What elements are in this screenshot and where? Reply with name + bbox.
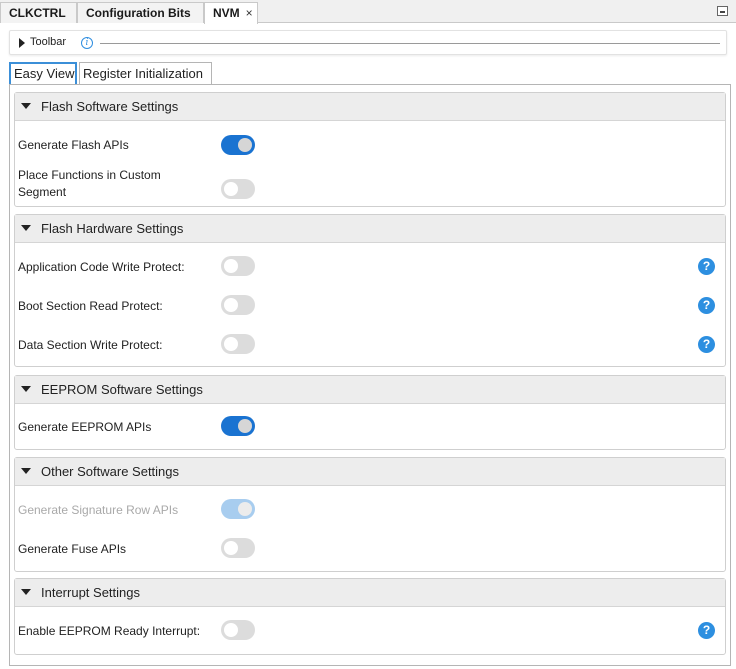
section-header[interactable]: EEPROM Software Settings (15, 376, 725, 404)
data-section-write-protect-toggle[interactable] (221, 334, 255, 354)
tab-register-initialization[interactable]: Register Initialization (79, 62, 212, 84)
section-header[interactable]: Interrupt Settings (15, 579, 725, 607)
place-functions-toggle[interactable] (221, 179, 255, 199)
section-header[interactable]: Flash Hardware Settings (15, 215, 725, 243)
tab-label: Easy View (14, 66, 75, 81)
tab-label: Configuration Bits (86, 6, 191, 20)
setting-label-line2: Segment (18, 185, 67, 199)
section-interrupt-settings: Interrupt Settings Enable EEPROM Ready I… (14, 578, 726, 655)
generate-signature-row-apis-toggle (221, 499, 255, 519)
section-title: Flash Hardware Settings (41, 221, 184, 236)
tab-label: Register Initialization (83, 66, 203, 81)
help-icon[interactable]: ? (698, 622, 715, 639)
section-flash-software-settings: Flash Software Settings Generate Flash A… (14, 92, 726, 207)
collapse-caret-icon[interactable] (21, 225, 31, 231)
setting-label: Generate Flash APIs (18, 138, 129, 152)
tab-label: NVM (213, 6, 240, 20)
section-flash-hardware-settings: Flash Hardware Settings Application Code… (14, 214, 726, 367)
section-other-software-settings: Other Software Settings Generate Signatu… (14, 457, 726, 572)
help-icon[interactable]: ? (698, 336, 715, 353)
tab-clkctrl[interactable]: CLKCTRL (0, 2, 77, 23)
setting-row-app-code-write-protect: Application Code Write Protect: ? (15, 255, 725, 279)
setting-row-place-functions: Place Functions in Custom Segment (15, 167, 725, 203)
setting-row-generate-eeprom-apis: Generate EEPROM APIs (15, 416, 725, 440)
info-icon[interactable]: i (81, 37, 93, 49)
toggle-knob (224, 298, 238, 312)
minimize-icon[interactable] (717, 6, 728, 16)
setting-label: Generate Signature Row APIs (18, 503, 179, 517)
expand-triangle-icon[interactable] (19, 38, 25, 48)
help-icon[interactable]: ? (698, 297, 715, 314)
section-eeprom-software-settings: EEPROM Software Settings Generate EEPROM… (14, 375, 726, 450)
close-icon[interactable]: × (246, 6, 253, 20)
setting-label: Application Code Write Protect: (18, 260, 185, 274)
section-title: Flash Software Settings (41, 99, 179, 114)
section-header[interactable]: Flash Software Settings (15, 93, 725, 121)
tab-easy-view[interactable]: Easy View (9, 62, 77, 85)
generate-fuse-apis-toggle[interactable] (221, 538, 255, 558)
toggle-knob (238, 502, 252, 516)
boot-section-read-protect-toggle[interactable] (221, 295, 255, 315)
setting-row-enable-eeprom-ready-interrupt: Enable EEPROM Ready Interrupt: ? (15, 619, 725, 643)
setting-row-generate-flash-apis: Generate Flash APIs (15, 133, 725, 157)
section-title: EEPROM Software Settings (41, 382, 203, 397)
setting-row-generate-fuse-apis: Generate Fuse APIs (15, 537, 725, 561)
toggle-knob (238, 138, 252, 152)
document-tab-bar: CLKCTRL Configuration Bits NVM × (0, 0, 736, 24)
generate-flash-apis-toggle[interactable] (221, 135, 255, 155)
setting-label: Generate EEPROM APIs (18, 420, 152, 434)
toolbar-divider (100, 43, 720, 44)
toolbar-label[interactable]: Toolbar (30, 36, 66, 48)
collapse-caret-icon[interactable] (21, 386, 31, 392)
tab-nvm[interactable]: NVM × (204, 2, 258, 24)
tab-configuration-bits[interactable]: Configuration Bits (77, 2, 204, 23)
tab-label: CLKCTRL (9, 6, 66, 20)
collapse-caret-icon[interactable] (21, 468, 31, 474)
toggle-knob (224, 182, 238, 196)
setting-label: Enable EEPROM Ready Interrupt: (18, 624, 201, 638)
toggle-knob (224, 259, 238, 273)
setting-label: Boot Section Read Protect: (18, 299, 163, 313)
setting-label-line1: Place Functions in Custom (18, 168, 161, 182)
easy-view-panel: Flash Software Settings Generate Flash A… (9, 84, 731, 666)
setting-row-data-section-write-protect: Data Section Write Protect: ? (15, 333, 725, 357)
toggle-knob (224, 337, 238, 351)
setting-label: Data Section Write Protect: (18, 338, 163, 352)
setting-row-boot-section-read-protect: Boot Section Read Protect: ? (15, 294, 725, 318)
setting-row-generate-signature-row-apis: Generate Signature Row APIs (15, 498, 725, 522)
toggle-knob (224, 623, 238, 637)
section-title: Other Software Settings (41, 464, 180, 479)
setting-label: Generate Fuse APIs (18, 542, 127, 556)
toggle-knob (224, 541, 238, 555)
help-icon[interactable]: ? (698, 258, 715, 275)
section-title: Interrupt Settings (41, 585, 140, 600)
toolbar: Toolbar i (9, 30, 727, 55)
section-header[interactable]: Other Software Settings (15, 458, 725, 486)
app-code-write-protect-toggle[interactable] (221, 256, 255, 276)
toggle-knob (238, 419, 252, 433)
collapse-caret-icon[interactable] (21, 103, 31, 109)
collapse-caret-icon[interactable] (21, 589, 31, 595)
enable-eeprom-ready-interrupt-toggle[interactable] (221, 620, 255, 640)
generate-eeprom-apis-toggle[interactable] (221, 416, 255, 436)
